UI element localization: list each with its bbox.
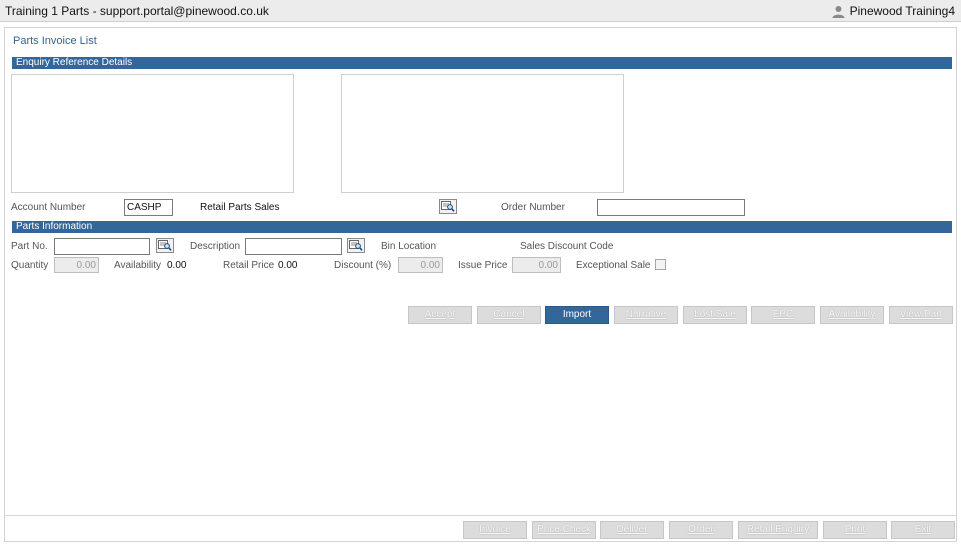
availability-button[interactable]: Availability xyxy=(820,306,884,324)
account-name: Retail Parts Sales xyxy=(200,202,280,213)
narrative-button[interactable]: Narrative xyxy=(614,306,678,324)
issue-price-label: Issue Price xyxy=(458,260,508,271)
price-check-button[interactable]: Price Check xyxy=(532,521,596,539)
main-panel: Parts Invoice List Enquiry Reference Det… xyxy=(4,27,957,542)
order-button[interactable]: Order xyxy=(669,521,733,539)
page-title: Parts Invoice List xyxy=(13,35,97,47)
user-menu[interactable]: Pinewood Training4 xyxy=(832,4,955,18)
exceptional-sale-checkbox[interactable] xyxy=(655,259,666,270)
lost-sale-button[interactable]: Lost Sale xyxy=(683,306,747,324)
description-field[interactable] xyxy=(245,238,342,255)
retail-price-label: Retail Price xyxy=(223,260,275,271)
import-button[interactable]: Import xyxy=(545,306,609,324)
user-icon xyxy=(832,5,845,18)
account-lookup-icon[interactable] xyxy=(439,199,457,214)
description-label: Description xyxy=(190,241,241,252)
part-no-field[interactable] xyxy=(54,238,150,255)
sales-discount-code-label: Sales Discount Code xyxy=(520,241,614,252)
discount-field[interactable] xyxy=(398,257,443,273)
part-lookup-icon[interactable] xyxy=(156,238,174,253)
user-name: Pinewood Training4 xyxy=(849,4,955,18)
epc-button[interactable]: EPC xyxy=(751,306,815,324)
exceptional-sale-label: Exceptional Sale xyxy=(576,260,651,271)
availability-label: Availability xyxy=(114,260,162,271)
account-number-field[interactable] xyxy=(124,199,173,216)
footer-divider xyxy=(5,515,956,516)
accept-button[interactable]: Accept xyxy=(408,306,472,324)
quantity-label: Quantity xyxy=(11,260,49,271)
delivery-address-box xyxy=(341,74,624,193)
order-number-label: Order Number xyxy=(501,202,565,213)
part-no-label: Part No. xyxy=(11,241,48,252)
parts-section-header: Parts Information xyxy=(12,221,952,233)
retail-enquiry-button[interactable]: Retail Enquiry xyxy=(738,521,818,539)
retail-price-value: 0.00 xyxy=(278,260,298,271)
discount-label: Discount (%) xyxy=(334,260,392,271)
cancel-button[interactable]: Cancel xyxy=(477,306,541,324)
exit-button[interactable]: Exit xyxy=(891,521,955,539)
order-number-field[interactable] xyxy=(597,199,745,216)
account-address-box xyxy=(11,74,294,193)
window-title: Training 1 Parts - support.portal@pinewo… xyxy=(5,4,269,18)
issue-price-field[interactable] xyxy=(512,257,561,273)
quantity-field[interactable] xyxy=(54,257,99,273)
enquiry-section-header: Enquiry Reference Details xyxy=(12,57,952,69)
deliver-button[interactable]: Deliver xyxy=(600,521,664,539)
bin-location-label: Bin Location xyxy=(381,241,437,252)
title-bar: Training 1 Parts - support.portal@pinewo… xyxy=(0,0,961,22)
description-lookup-icon[interactable] xyxy=(347,238,365,253)
availability-value: 0.00 xyxy=(167,260,187,271)
print-button[interactable]: Print xyxy=(823,521,887,539)
account-number-label: Account Number xyxy=(11,202,86,213)
invoice-button[interactable]: Invoice xyxy=(463,521,527,539)
view-part-button[interactable]: View Part xyxy=(889,306,953,324)
